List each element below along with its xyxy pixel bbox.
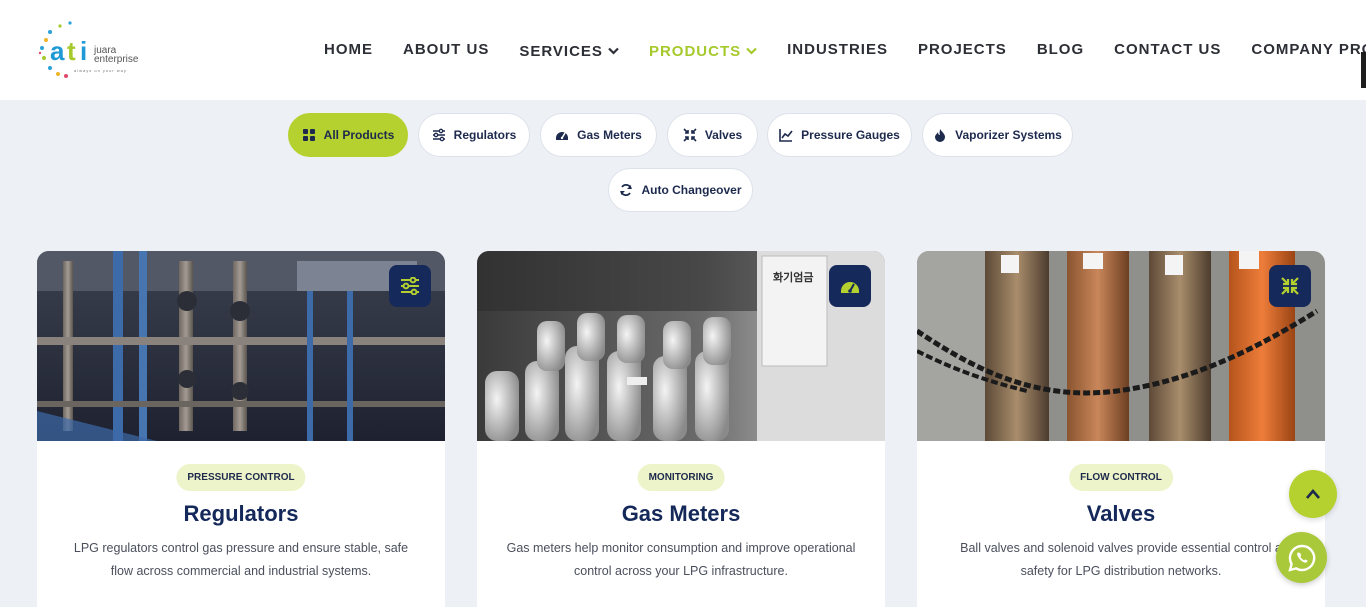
product-card-valves[interactable]: FLOW CONTROL Valves Ball valves and sole… [917,251,1325,607]
gas-meters-photo: 화기엄금 [477,251,885,441]
filter-all-products[interactable]: All Products [288,113,408,157]
filter-regulators[interactable]: Regulators [418,113,530,157]
category-tag: PRESSURE CONTROL [176,464,306,491]
card-description: LPG regulators control gas pressure and … [73,541,409,578]
nav-services[interactable]: SERVICES [519,43,619,60]
regulators-photo [37,251,445,441]
whatsapp-icon [1287,544,1315,572]
svg-text:i: i [80,36,87,66]
nav-blog-label: BLOG [1036,40,1085,58]
svg-text:a: a [50,36,65,66]
card-description: Ball valves and solenoid valves provide … [960,541,1282,578]
card-title: Gas Meters [621,501,741,526]
filter-auto-changeover-label: Auto Changeover [641,183,742,197]
nav-company-profile[interactable]: COMPANY PROFILE [1251,41,1366,58]
nav-industries[interactable]: INDUSTRIES [787,41,888,58]
scroll-edge-indicator [1361,52,1366,88]
refresh-icon [620,184,633,196]
logo-tagline: always on your way [74,68,127,73]
nav-about-label: ABOUT US [403,40,490,58]
svg-text:화기엄금: 화기엄금 [773,270,813,284]
grid-icon [302,129,315,141]
nav-projects[interactable]: PROJECTS [918,41,1007,58]
nav-projects-label: PROJECTS [917,40,1007,58]
nav-home-label: HOME [324,40,373,58]
gauge-icon [829,265,871,307]
chevron-down-icon [608,47,619,55]
card-title: Regulators [183,501,299,526]
filter-pressure-gauges[interactable]: Pressure Gauges [767,113,912,157]
whatsapp-button[interactable] [1276,532,1327,583]
card-title: Valves [1086,501,1156,526]
chevron-up-icon [1306,489,1320,499]
nav-products-label: PRODUCTS [648,42,742,60]
site-header: a t i juara enterprise always on your wa… [0,0,1366,100]
filter-valves-label: Valves [704,128,743,142]
gauge-icon [556,132,569,140]
product-card-gas-meters[interactable]: 화기엄금 MONITORING Gas Meters Gas meters he… [477,251,885,607]
scroll-to-top-button[interactable] [1289,470,1337,518]
card-description: Gas meters help monitor consumption and … [506,541,856,578]
sliders-icon [432,128,445,142]
filter-auto-changeover[interactable]: Auto Changeover [608,168,753,212]
filter-vaporizer-label: Vaporizer Systems [955,128,1062,142]
flame-icon [935,129,946,142]
filter-pressure-gauges-label: Pressure Gauges [801,128,900,142]
nav-products[interactable]: PRODUCTS [649,43,757,60]
filter-valves[interactable]: Valves [667,113,758,157]
chart-line-icon [779,129,793,142]
nav-about[interactable]: ABOUT US [403,41,489,58]
nav-contact[interactable]: CONTACT US [1114,41,1221,58]
svg-text:t: t [67,36,76,66]
nav-company-profile-label: COMPANY PROFILE [1251,40,1366,58]
filter-vaporizer-systems[interactable]: Vaporizer Systems [922,113,1073,157]
chevron-down-icon [746,47,757,55]
compress-icon [683,128,697,142]
filter-all-label: All Products [323,128,395,142]
nav-blog[interactable]: BLOG [1037,41,1084,58]
category-tag: FLOW CONTROL [1069,464,1173,491]
filter-regulators-label: Regulators [453,128,517,142]
valves-photo [917,251,1325,441]
filter-gas-meters-label: Gas Meters [577,128,642,142]
logo-wordmark: juara enterprise [94,46,139,65]
main-navigation: HOME ABOUT US SERVICES PRODUCTS INDUSTRI… [324,38,1366,60]
compress-icon [1269,265,1311,307]
company-logo[interactable]: a t i juara enterprise always on your wa… [36,18,146,82]
category-tag: MONITORING [637,464,725,491]
sliders-icon [389,265,431,307]
filter-gas-meters[interactable]: Gas Meters [540,113,657,157]
nav-industries-label: INDUSTRIES [787,40,888,58]
nav-home[interactable]: HOME [324,41,373,58]
product-card-regulators[interactable]: PRESSURE CONTROL Regulators LPG regulato… [37,251,445,607]
nav-services-label: SERVICES [519,42,603,60]
nav-contact-label: CONTACT US [1114,40,1222,58]
logo-line2: enterprise [94,54,139,65]
